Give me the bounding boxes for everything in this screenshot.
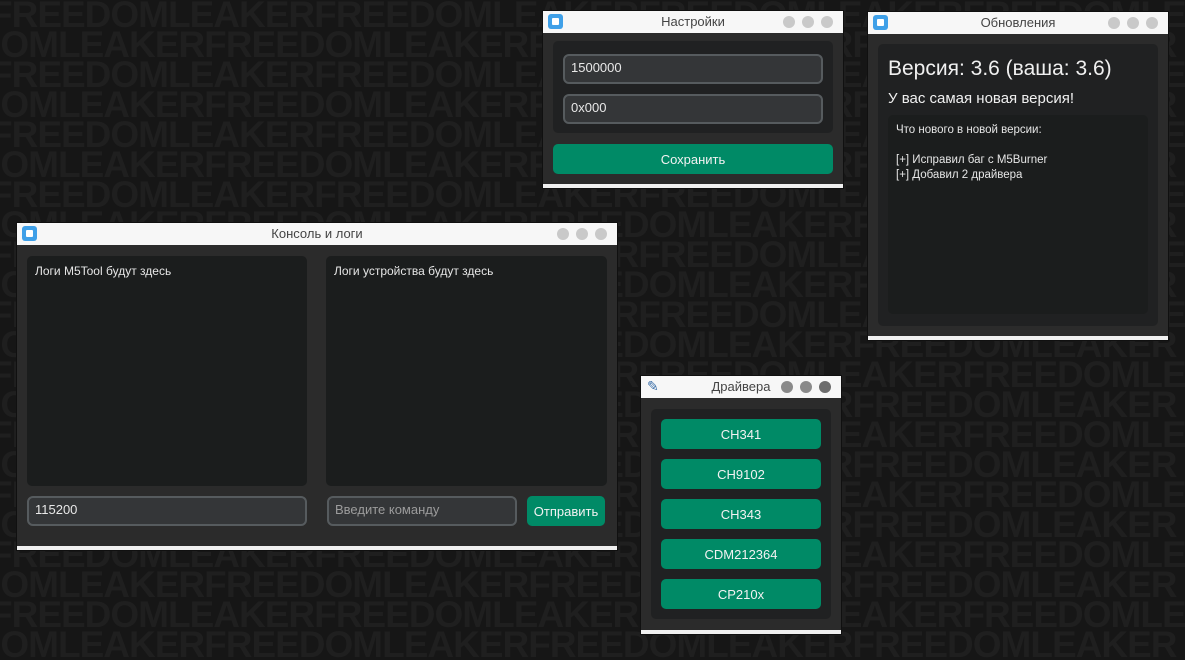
device-log-text: Логи устройства будут здесь [334, 264, 494, 278]
tool-log-area[interactable]: Логи M5Tool будут здесь [27, 256, 307, 486]
changelog-item: [+] Добавил 2 драйвера [896, 169, 1023, 181]
drivers-window: ✎ Драйвера CH341 CH9102 CH343 CDM212364 … [641, 376, 841, 634]
settings-title: Настройки [661, 14, 725, 29]
maximize-button[interactable] [802, 16, 814, 28]
device-log-area[interactable]: Логи устройства будут здесь [326, 256, 607, 486]
console-titlebar[interactable]: Консоль и логи [17, 223, 617, 245]
baud-rate-field[interactable]: 115200 [27, 496, 307, 526]
driver-button-ch9102[interactable]: CH9102 [661, 459, 821, 489]
baud-rate-field[interactable]: 1500000 [563, 54, 823, 84]
update-status-text: У вас самая новая версия! [888, 90, 1075, 107]
minimize-button[interactable] [781, 381, 793, 393]
updates-window: Обновления Версия: 3.6 (ваша: 3.6) У вас… [868, 12, 1168, 340]
tool-log-text: Логи M5Tool будут здесь [35, 264, 172, 278]
minimize-button[interactable] [557, 228, 569, 240]
console-window: Консоль и логи Логи M5Tool будут здесь Л… [17, 223, 617, 550]
driver-button-cdm212364[interactable]: CDM212364 [661, 539, 821, 569]
maximize-button[interactable] [800, 381, 812, 393]
driver-button-ch341[interactable]: CH341 [661, 419, 821, 449]
driver-button-ch343[interactable]: CH343 [661, 499, 821, 529]
changelog-box: Что нового в новой версии: [+] Исправил … [888, 115, 1148, 314]
command-input[interactable]: Введите команду [327, 496, 517, 526]
address-field[interactable]: 0x000 [563, 94, 823, 124]
minimize-button[interactable] [1108, 17, 1120, 29]
close-button[interactable] [819, 381, 831, 393]
minimize-button[interactable] [783, 16, 795, 28]
console-title: Консоль и логи [271, 226, 363, 241]
send-button[interactable]: Отправить [527, 496, 605, 526]
close-button[interactable] [595, 228, 607, 240]
close-button[interactable] [821, 16, 833, 28]
driver-button-cp210x[interactable]: CP210x [661, 579, 821, 609]
settings-titlebar[interactable]: Настройки [543, 11, 843, 33]
drivers-titlebar[interactable]: ✎ Драйвера [641, 376, 841, 398]
save-button[interactable]: Сохранить [553, 144, 833, 174]
close-button[interactable] [1146, 17, 1158, 29]
updates-titlebar[interactable]: Обновления [868, 12, 1168, 34]
version-text: Версия: 3.6 (ваша: 3.6) [888, 57, 1112, 80]
settings-window: Настройки 1500000 0x000 Сохранить [543, 11, 843, 188]
changelog-heading: Что нового в новой версии: [896, 124, 1042, 136]
updates-title: Обновления [980, 15, 1056, 30]
maximize-button[interactable] [1127, 17, 1139, 29]
maximize-button[interactable] [576, 228, 588, 240]
changelog-item: [+] Исправил баг с M5Burner [896, 154, 1048, 166]
